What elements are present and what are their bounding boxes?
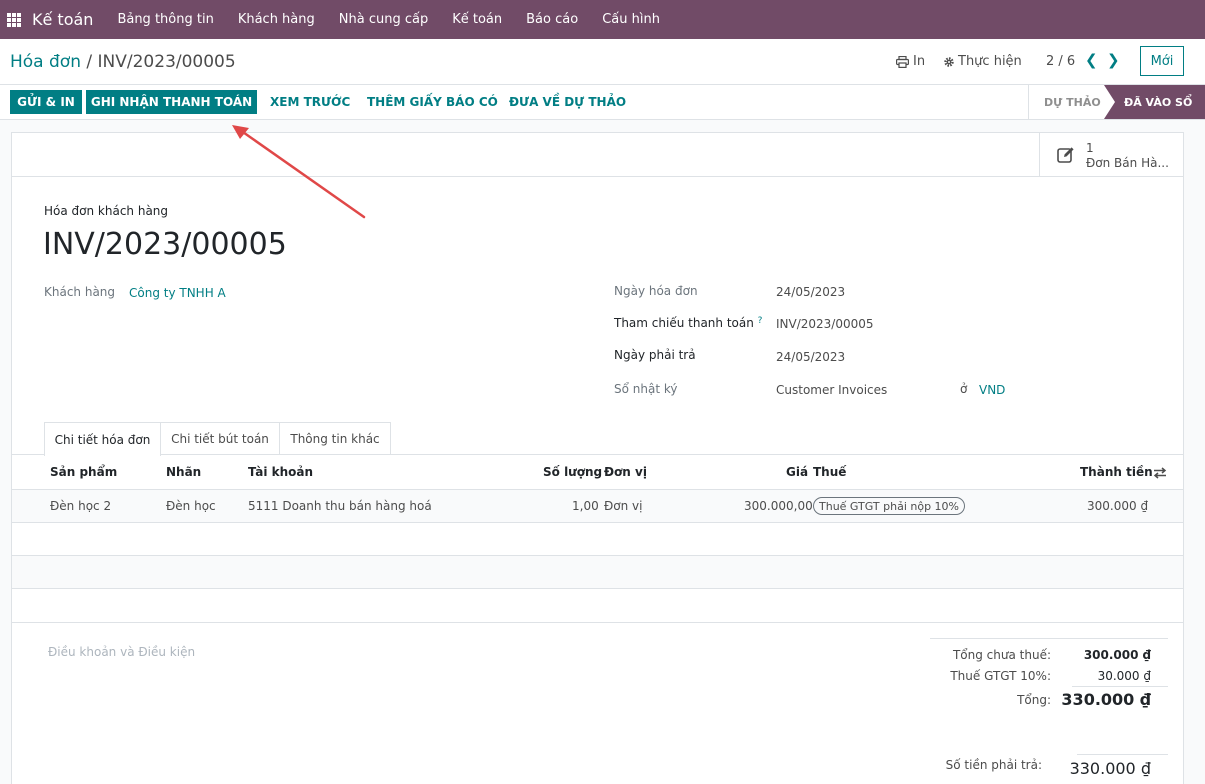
tax-amount-label: Thuế GTGT 10%: (950, 669, 1051, 683)
column-settings-icon[interactable] (1153, 467, 1167, 479)
menu-dashboard[interactable]: Bảng thông tin (117, 12, 213, 27)
terms-conditions-field[interactable]: Điều khoản và Điều kiện (48, 645, 195, 659)
sale-orders-smart-button[interactable]: 1 Đơn Bán Hà... (1039, 133, 1183, 177)
payment-reference-label: Tham chiếu thanh toán ? (614, 316, 762, 330)
pager-value[interactable]: 2 / 6 (1046, 54, 1075, 69)
column-subtotal[interactable]: Thành tiền (1080, 465, 1153, 479)
new-button[interactable]: Mới (1140, 46, 1184, 76)
edit-icon (1057, 147, 1074, 163)
total-divider (1072, 686, 1168, 687)
column-label[interactable]: Nhãn (166, 465, 201, 479)
breadcrumb-invoices[interactable]: Hóa đơn (10, 52, 81, 72)
chevron-left-icon[interactable]: ❮ (1085, 51, 1098, 69)
button-box: 1 Đơn Bán Hà... (12, 133, 1183, 177)
invoice-lines-header: Sản phẩm Nhãn Tài khoản Số lượng Đơn vị … (12, 455, 1183, 490)
currency-field[interactable]: VND (979, 383, 1005, 397)
amount-due-value: 330.000 ₫ (1069, 759, 1151, 778)
journal-field[interactable]: Customer Invoices (776, 383, 887, 397)
total-value: 330.000 ₫ (1061, 690, 1151, 709)
stage-posted[interactable]: ĐÃ VÀO SỔ (1104, 85, 1205, 119)
menu-customers[interactable]: Khách hàng (238, 12, 315, 27)
cell-price[interactable]: 300.000,00 (744, 499, 813, 513)
breadcrumb: Hóa đơn / INV/2023/00005 (10, 52, 236, 72)
stage-draft[interactable]: DỰ THẢO (1028, 85, 1110, 119)
cell-label[interactable]: Đèn học (166, 499, 216, 513)
control-panel: Hóa đơn / INV/2023/00005 In Thực hiện 2 … (0, 39, 1205, 85)
tax-tag[interactable]: Thuế GTGT phải nộp 10% (813, 497, 966, 515)
printer-icon (896, 55, 909, 68)
breadcrumb-current: INV/2023/00005 (97, 52, 236, 72)
tab-journal-items[interactable]: Chi tiết bút toán (161, 422, 280, 455)
menu-reports[interactable]: Báo cáo (526, 12, 578, 27)
cell-account[interactable]: 5111 Doanh thu bán hàng hoá (248, 499, 432, 513)
journal-label: Sổ nhật ký (614, 382, 678, 396)
totals-divider (930, 638, 1168, 639)
total-label: Tổng: (1017, 693, 1051, 707)
top-navbar: Kế toán Bảng thông tin Khách hàng Nhà cu… (0, 0, 1205, 39)
customer-field[interactable]: Công ty TNHH A (129, 286, 226, 300)
breadcrumb-separator: / (86, 52, 93, 72)
top-menu: Bảng thông tin Khách hàng Nhà cung cấp K… (117, 12, 684, 27)
gear-icon (944, 56, 954, 67)
table-row[interactable]: Đèn học 2 Đèn học 5111 Doanh thu bán hàn… (12, 490, 1183, 523)
payment-reference-label-text: Tham chiếu thanh toán (614, 316, 754, 330)
tab-invoice-lines[interactable]: Chi tiết hóa đơn (44, 422, 161, 456)
column-quantity[interactable]: Số lượng (543, 465, 602, 479)
untaxed-amount-value: 300.000 ₫ (1083, 648, 1151, 662)
column-taxes[interactable]: Thuế (813, 465, 846, 479)
document-name: INV/2023/00005 (43, 227, 287, 262)
column-account[interactable]: Tài khoản (248, 465, 313, 479)
print-button[interactable]: In (896, 54, 925, 69)
due-date-label: Ngày phải trả (614, 348, 696, 362)
menu-configuration[interactable]: Cấu hình (602, 12, 660, 27)
currency-in-text: ở (960, 382, 968, 396)
apps-grid-icon[interactable] (7, 12, 21, 27)
empty-row[interactable] (12, 523, 1183, 556)
column-uom[interactable]: Đơn vị (604, 465, 647, 479)
action-label: Thực hiện (958, 54, 1022, 69)
document-type: Hóa đơn khách hàng (44, 204, 169, 218)
reset-draft-button[interactable]: ĐƯA VỀ DỰ THẢO (509, 95, 626, 109)
cell-subtotal: 300.000 ₫ (1087, 499, 1149, 513)
empty-row[interactable] (12, 589, 1183, 623)
invoice-date-label: Ngày hóa đơn (614, 284, 698, 298)
untaxed-amount-label: Tổng chưa thuế: (952, 648, 1051, 662)
chevron-right-icon[interactable]: ❯ (1107, 51, 1120, 69)
print-label: In (913, 54, 926, 69)
invoice-date-field[interactable]: 24/05/2023 (776, 285, 845, 299)
empty-row[interactable] (12, 556, 1183, 589)
credit-note-button[interactable]: THÊM GIẤY BÁO CÓ (367, 95, 498, 109)
smart-button-count: 1 (1086, 141, 1094, 155)
tab-other-info[interactable]: Thông tin khác (280, 422, 391, 455)
register-payment-button[interactable]: GHI NHẬN THANH TOÁN (86, 90, 257, 114)
form-sheet: 1 Đơn Bán Hà... Hóa đơn khách hàng INV/2… (11, 132, 1184, 784)
menu-vendors[interactable]: Nhà cung cấp (339, 12, 428, 27)
smart-button-label: Đơn Bán Hà... (1086, 156, 1169, 170)
cell-quantity[interactable]: 1,00 (572, 499, 599, 513)
column-product[interactable]: Sản phẩm (50, 465, 117, 479)
customer-label: Khách hàng (44, 285, 116, 299)
payment-reference-field[interactable]: INV/2023/00005 (776, 317, 874, 331)
column-price[interactable]: Giá (786, 465, 808, 479)
app-name[interactable]: Kế toán (32, 10, 93, 29)
amount-due-label: Số tiền phải trả: (945, 758, 1042, 772)
send-print-button[interactable]: GỬI & IN (10, 90, 82, 114)
notebook-tabs: Chi tiết hóa đơn Chi tiết bút toán Thông… (12, 422, 1183, 456)
preview-button[interactable]: XEM TRƯỚC (270, 95, 350, 109)
help-icon[interactable]: ? (758, 316, 763, 326)
due-date-field[interactable]: 24/05/2023 (776, 350, 845, 364)
cell-product[interactable]: Đèn học 2 (50, 499, 111, 513)
cell-uom[interactable]: Đơn vị (604, 499, 643, 513)
tax-amount-value: 30.000 ₫ (1097, 669, 1151, 683)
action-button[interactable]: Thực hiện (943, 54, 1022, 69)
amount-due-divider (1077, 754, 1168, 755)
menu-accounting[interactable]: Kế toán (452, 12, 502, 27)
status-bar: GỬI & IN GHI NHẬN THANH TOÁN XEM TRƯỚC T… (0, 85, 1205, 120)
